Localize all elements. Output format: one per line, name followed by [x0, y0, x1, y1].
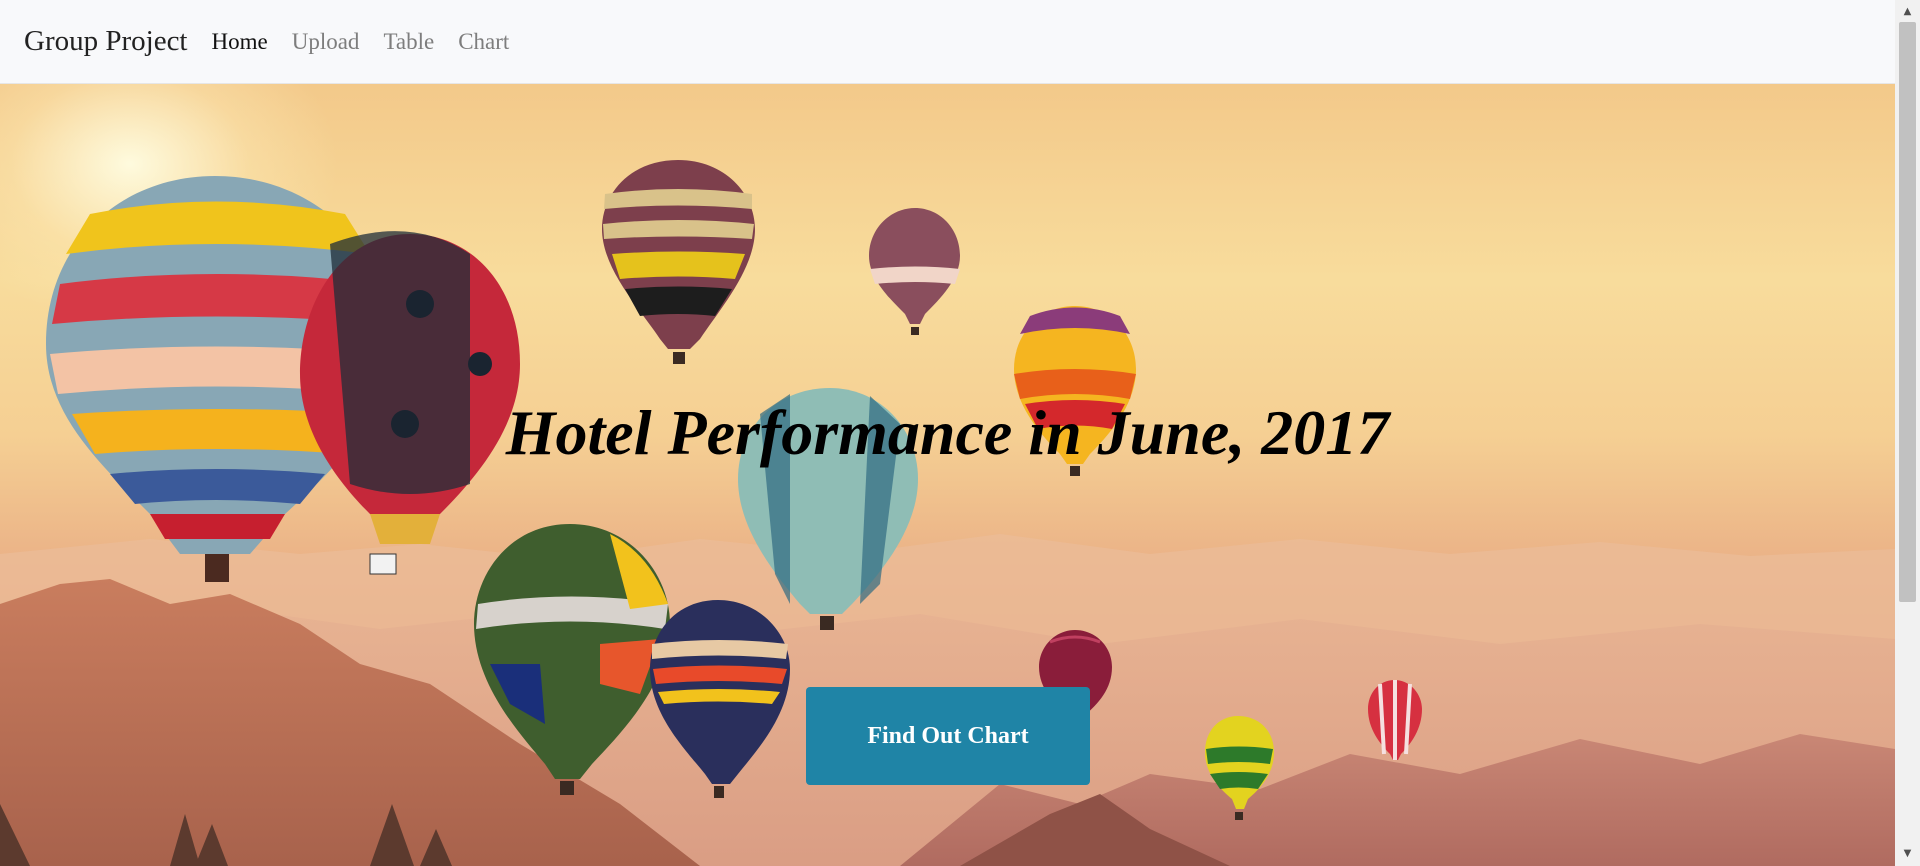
nav-link-chart[interactable]: Chart: [446, 29, 521, 55]
vertical-scrollbar[interactable]: ▲ ▼: [1895, 0, 1920, 866]
nav-links: Home Upload Table Chart: [200, 29, 522, 55]
nav-link-upload[interactable]: Upload: [280, 29, 372, 55]
scroll-down-icon[interactable]: ▼: [1895, 844, 1920, 864]
hero-section: Hotel Performance in June, 2017 Find Out…: [0, 84, 1895, 866]
balloon-purple-small: [869, 208, 960, 335]
find-out-chart-button[interactable]: Find Out Chart: [806, 687, 1090, 785]
nav-link-home[interactable]: Home: [200, 29, 280, 55]
balloon-patterned-top: [602, 160, 755, 364]
brand-link[interactable]: Group Project: [24, 25, 188, 58]
nav-link-table[interactable]: Table: [371, 29, 446, 55]
scrollbar-thumb[interactable]: [1899, 22, 1916, 602]
scroll-up-icon[interactable]: ▲: [1895, 2, 1920, 22]
hero-title: Hotel Performance in June, 2017: [505, 397, 1390, 468]
navbar: Group Project Home Upload Table Chart: [0, 0, 1895, 84]
